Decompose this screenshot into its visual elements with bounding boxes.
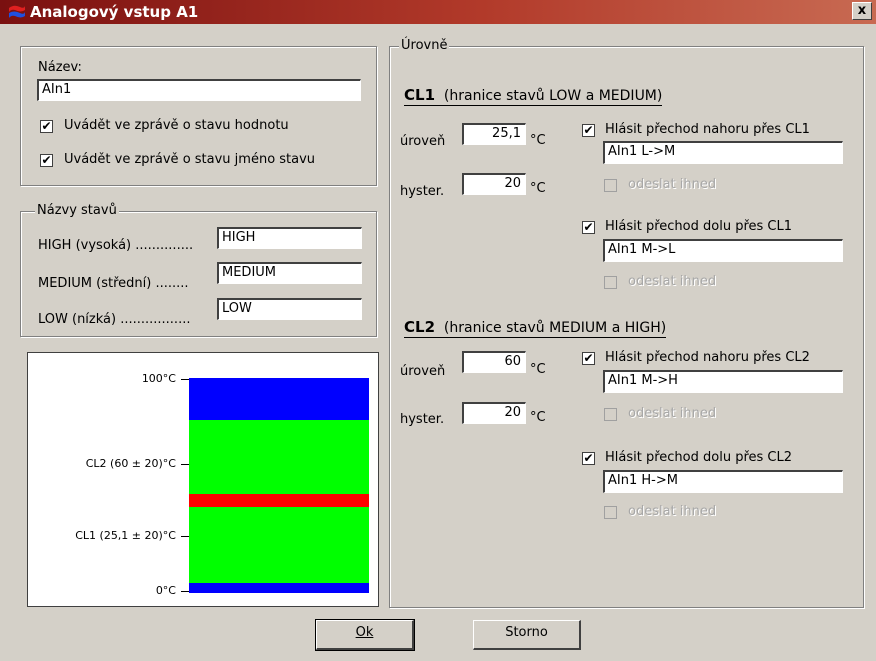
cl1-down-send-now-checkbox	[604, 276, 617, 289]
cl1-hyster-label: hyster.	[400, 184, 445, 199]
tick-0	[181, 591, 189, 592]
tick-cl2	[181, 464, 189, 465]
cl1-down-message[interactable]: AIn1 M->L	[603, 239, 843, 262]
cl2-down-send-now-label: odeslat ihned	[628, 504, 717, 519]
low-zone	[189, 583, 369, 593]
cl2-down-checkbox[interactable]: ✔	[582, 452, 595, 465]
cl2-up-send-now-label: odeslat ihned	[628, 406, 717, 421]
cl2-header: CL2 (hranice stavů MEDIUM a HIGH)	[404, 318, 667, 338]
cl1-title: CL1	[404, 86, 436, 104]
app-icon	[8, 4, 26, 20]
cl2-level-unit: °C	[530, 362, 546, 377]
levels-title: Úrovně	[399, 38, 450, 54]
high-label: HIGH (vysoká) ..............	[38, 238, 194, 253]
report-state-name-label[interactable]: Uvádět ve zprávě o stavu jméno stavu	[64, 152, 315, 168]
cl2-hyster-unit: °C	[530, 410, 546, 425]
level-scale: 100°C CL2 (60 ± 20)°C CL1 (25,1 ± 20)°C …	[27, 352, 379, 607]
cl1-down-label[interactable]: Hlásit přechod dolu přes CL1	[605, 219, 792, 235]
close-button[interactable]: x	[852, 2, 872, 20]
cl2-down-message[interactable]: AIn1 H->M	[603, 470, 843, 493]
cl1-level-label: úroveň	[400, 134, 446, 149]
tick-label-cl1: CL1 (25,1 ± 20)°C	[75, 529, 176, 542]
state-names-title: Názvy stavů	[35, 203, 119, 219]
cl1-up-label[interactable]: Hlásit přechod nahoru přes CL1	[605, 122, 810, 138]
cl2-title: CL2	[404, 318, 436, 336]
medium-label: MEDIUM (střední) ........	[38, 276, 189, 291]
low-label: LOW (nízká) .................	[38, 312, 191, 327]
cl1-header: CL1 (hranice stavů LOW a MEDIUM)	[404, 86, 663, 106]
cl1-up-checkbox[interactable]: ✔	[582, 124, 595, 137]
cl2-level-input[interactable]: 60	[462, 351, 526, 373]
medium-input[interactable]: MEDIUM	[217, 262, 362, 284]
cl2-down-label[interactable]: Hlásit přechod dolu přes CL2	[605, 450, 792, 466]
window-title: Analogový vstup A1	[30, 3, 199, 21]
cl2-up-message[interactable]: AIn1 M->H	[603, 370, 843, 393]
tick-label-100: 100°C	[141, 372, 176, 385]
low-input[interactable]: LOW	[217, 298, 362, 320]
cl1-down-send-now-label: odeslat ihned	[628, 274, 717, 289]
cl2-up-checkbox[interactable]: ✔	[582, 352, 595, 365]
report-value-checkbox[interactable]: ✔	[40, 120, 53, 133]
cl1-up-message[interactable]: AIn1 L->M	[603, 141, 843, 164]
cancel-button-label: Storno	[505, 625, 548, 640]
name-input[interactable]: AIn1	[37, 79, 361, 101]
cl1-subtitle: (hranice stavů LOW a MEDIUM)	[443, 88, 663, 104]
ok-button-label: Ok	[355, 625, 374, 640]
cl1-hyster-unit: °C	[530, 181, 546, 196]
cl1-level-input[interactable]: 25,1	[462, 123, 526, 145]
name-label: Název:	[38, 60, 82, 75]
cl2-hyster-label: hyster.	[400, 412, 445, 427]
cl1-up-send-now-checkbox	[604, 179, 617, 192]
cl2-up-send-now-checkbox	[604, 408, 617, 421]
tick-100	[181, 379, 189, 380]
cl1-hyster-input[interactable]: 20	[462, 173, 526, 195]
cl2-down-send-now-checkbox	[604, 506, 617, 519]
cl2-hyster-input[interactable]: 20	[462, 402, 526, 424]
cl1-level-unit: °C	[530, 133, 546, 148]
cl1-band	[189, 494, 369, 507]
tick-label-cl2: CL2 (60 ± 20)°C	[85, 457, 176, 470]
ok-button[interactable]: Ok	[315, 619, 415, 651]
cl1-down-checkbox[interactable]: ✔	[582, 221, 595, 234]
high-zone	[189, 378, 369, 420]
cl2-level-label: úroveň	[400, 364, 446, 379]
cl2-up-label[interactable]: Hlásit přechod nahoru přes CL2	[605, 350, 810, 366]
cancel-button[interactable]: Storno	[473, 620, 581, 650]
tick-label-0: 0°C	[155, 584, 176, 597]
report-state-name-checkbox[interactable]: ✔	[40, 154, 53, 167]
high-input[interactable]: HIGH	[217, 227, 362, 249]
cl1-up-send-now-label: odeslat ihned	[628, 177, 717, 192]
report-value-label[interactable]: Uvádět ve zprávě o stavu hodnotu	[64, 118, 289, 134]
cl2-subtitle: (hranice stavů MEDIUM a HIGH)	[443, 320, 667, 336]
tick-cl1	[181, 536, 189, 537]
